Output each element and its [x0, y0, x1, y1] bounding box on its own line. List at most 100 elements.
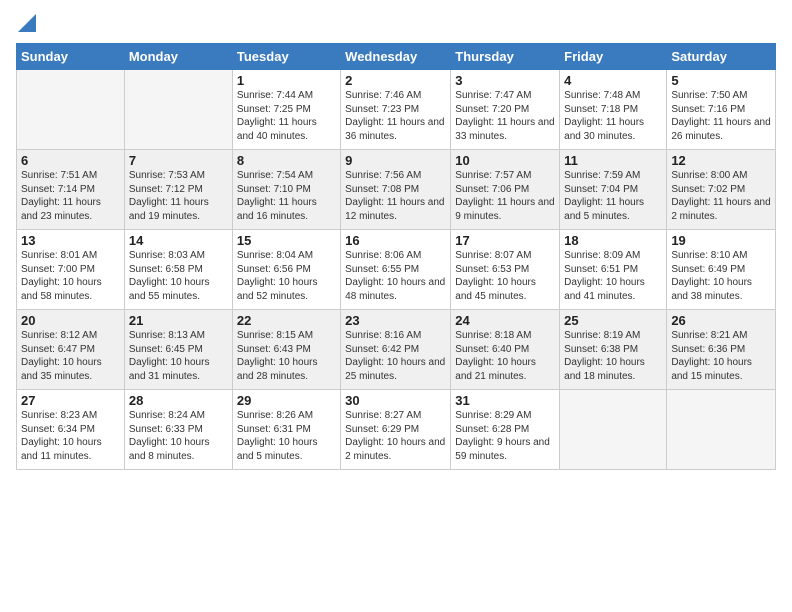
calendar-day-cell: 17Sunrise: 8:07 AM Sunset: 6:53 PM Dayli… — [451, 230, 560, 310]
day-number: 31 — [455, 393, 555, 408]
day-number: 8 — [237, 153, 336, 168]
calendar-day-cell — [124, 70, 232, 150]
calendar-week-row: 13Sunrise: 8:01 AM Sunset: 7:00 PM Dayli… — [17, 230, 776, 310]
calendar-day-cell: 10Sunrise: 7:57 AM Sunset: 7:06 PM Dayli… — [451, 150, 560, 230]
calendar-week-row: 6Sunrise: 7:51 AM Sunset: 7:14 PM Daylig… — [17, 150, 776, 230]
calendar-day-cell: 14Sunrise: 8:03 AM Sunset: 6:58 PM Dayli… — [124, 230, 232, 310]
calendar-day-cell: 18Sunrise: 8:09 AM Sunset: 6:51 PM Dayli… — [560, 230, 667, 310]
day-info: Sunrise: 8:27 AM Sunset: 6:29 PM Dayligh… — [345, 409, 446, 463]
calendar-day-cell: 20Sunrise: 8:12 AM Sunset: 6:47 PM Dayli… — [17, 310, 125, 390]
day-number: 18 — [564, 233, 662, 248]
calendar-day-cell: 27Sunrise: 8:23 AM Sunset: 6:34 PM Dayli… — [17, 390, 125, 470]
weekday-header-friday: Friday — [560, 44, 667, 70]
calendar-day-cell: 23Sunrise: 8:16 AM Sunset: 6:42 PM Dayli… — [341, 310, 451, 390]
day-info: Sunrise: 8:04 AM Sunset: 6:56 PM Dayligh… — [237, 249, 336, 303]
day-number: 22 — [237, 313, 336, 328]
calendar-day-cell: 3Sunrise: 7:47 AM Sunset: 7:20 PM Daylig… — [451, 70, 560, 150]
day-number: 7 — [129, 153, 228, 168]
calendar-day-cell — [667, 390, 776, 470]
day-number: 29 — [237, 393, 336, 408]
day-number: 1 — [237, 73, 336, 88]
weekday-header-thursday: Thursday — [451, 44, 560, 70]
calendar-day-cell: 6Sunrise: 7:51 AM Sunset: 7:14 PM Daylig… — [17, 150, 125, 230]
day-info: Sunrise: 7:44 AM Sunset: 7:25 PM Dayligh… — [237, 89, 336, 143]
day-info: Sunrise: 7:56 AM Sunset: 7:08 PM Dayligh… — [345, 169, 446, 223]
day-info: Sunrise: 8:13 AM Sunset: 6:45 PM Dayligh… — [129, 329, 228, 383]
weekday-header-tuesday: Tuesday — [232, 44, 340, 70]
day-number: 16 — [345, 233, 446, 248]
day-number: 27 — [21, 393, 120, 408]
calendar-day-cell: 7Sunrise: 7:53 AM Sunset: 7:12 PM Daylig… — [124, 150, 232, 230]
day-info: Sunrise: 8:10 AM Sunset: 6:49 PM Dayligh… — [671, 249, 771, 303]
logo — [16, 14, 36, 37]
day-info: Sunrise: 8:21 AM Sunset: 6:36 PM Dayligh… — [671, 329, 771, 383]
calendar-day-cell: 8Sunrise: 7:54 AM Sunset: 7:10 PM Daylig… — [232, 150, 340, 230]
day-info: Sunrise: 7:46 AM Sunset: 7:23 PM Dayligh… — [345, 89, 446, 143]
calendar-day-cell: 21Sunrise: 8:13 AM Sunset: 6:45 PM Dayli… — [124, 310, 232, 390]
day-number: 5 — [671, 73, 771, 88]
page: SundayMondayTuesdayWednesdayThursdayFrid… — [0, 0, 792, 612]
calendar-day-cell — [17, 70, 125, 150]
day-number: 17 — [455, 233, 555, 248]
day-number: 11 — [564, 153, 662, 168]
weekday-header-sunday: Sunday — [17, 44, 125, 70]
day-info: Sunrise: 8:24 AM Sunset: 6:33 PM Dayligh… — [129, 409, 228, 463]
day-number: 2 — [345, 73, 446, 88]
logo-arrow-icon — [18, 14, 36, 32]
day-info: Sunrise: 8:01 AM Sunset: 7:00 PM Dayligh… — [21, 249, 120, 303]
day-info: Sunrise: 8:23 AM Sunset: 6:34 PM Dayligh… — [21, 409, 120, 463]
weekday-header-wednesday: Wednesday — [341, 44, 451, 70]
calendar-day-cell: 15Sunrise: 8:04 AM Sunset: 6:56 PM Dayli… — [232, 230, 340, 310]
day-info: Sunrise: 8:00 AM Sunset: 7:02 PM Dayligh… — [671, 169, 771, 223]
day-info: Sunrise: 8:18 AM Sunset: 6:40 PM Dayligh… — [455, 329, 555, 383]
day-info: Sunrise: 7:50 AM Sunset: 7:16 PM Dayligh… — [671, 89, 771, 143]
calendar-day-cell: 4Sunrise: 7:48 AM Sunset: 7:18 PM Daylig… — [560, 70, 667, 150]
day-info: Sunrise: 7:57 AM Sunset: 7:06 PM Dayligh… — [455, 169, 555, 223]
calendar-week-row: 1Sunrise: 7:44 AM Sunset: 7:25 PM Daylig… — [17, 70, 776, 150]
weekday-header-monday: Monday — [124, 44, 232, 70]
calendar-day-cell: 26Sunrise: 8:21 AM Sunset: 6:36 PM Dayli… — [667, 310, 776, 390]
calendar-day-cell: 12Sunrise: 8:00 AM Sunset: 7:02 PM Dayli… — [667, 150, 776, 230]
calendar-day-cell: 19Sunrise: 8:10 AM Sunset: 6:49 PM Dayli… — [667, 230, 776, 310]
day-info: Sunrise: 8:07 AM Sunset: 6:53 PM Dayligh… — [455, 249, 555, 303]
day-number: 9 — [345, 153, 446, 168]
day-info: Sunrise: 7:53 AM Sunset: 7:12 PM Dayligh… — [129, 169, 228, 223]
calendar-table: SundayMondayTuesdayWednesdayThursdayFrid… — [16, 43, 776, 470]
day-number: 20 — [21, 313, 120, 328]
calendar-day-cell: 25Sunrise: 8:19 AM Sunset: 6:38 PM Dayli… — [560, 310, 667, 390]
calendar-day-cell: 24Sunrise: 8:18 AM Sunset: 6:40 PM Dayli… — [451, 310, 560, 390]
calendar-day-cell: 28Sunrise: 8:24 AM Sunset: 6:33 PM Dayli… — [124, 390, 232, 470]
day-info: Sunrise: 8:19 AM Sunset: 6:38 PM Dayligh… — [564, 329, 662, 383]
calendar-day-cell: 16Sunrise: 8:06 AM Sunset: 6:55 PM Dayli… — [341, 230, 451, 310]
calendar-day-cell — [560, 390, 667, 470]
day-info: Sunrise: 7:51 AM Sunset: 7:14 PM Dayligh… — [21, 169, 120, 223]
day-number: 10 — [455, 153, 555, 168]
calendar-day-cell: 30Sunrise: 8:27 AM Sunset: 6:29 PM Dayli… — [341, 390, 451, 470]
day-number: 19 — [671, 233, 771, 248]
calendar-day-cell: 1Sunrise: 7:44 AM Sunset: 7:25 PM Daylig… — [232, 70, 340, 150]
day-info: Sunrise: 8:12 AM Sunset: 6:47 PM Dayligh… — [21, 329, 120, 383]
day-info: Sunrise: 8:15 AM Sunset: 6:43 PM Dayligh… — [237, 329, 336, 383]
day-number: 4 — [564, 73, 662, 88]
day-number: 30 — [345, 393, 446, 408]
day-info: Sunrise: 7:48 AM Sunset: 7:18 PM Dayligh… — [564, 89, 662, 143]
day-info: Sunrise: 7:47 AM Sunset: 7:20 PM Dayligh… — [455, 89, 555, 143]
day-info: Sunrise: 7:54 AM Sunset: 7:10 PM Dayligh… — [237, 169, 336, 223]
day-info: Sunrise: 8:09 AM Sunset: 6:51 PM Dayligh… — [564, 249, 662, 303]
day-number: 12 — [671, 153, 771, 168]
day-number: 3 — [455, 73, 555, 88]
logo-text — [16, 14, 36, 37]
calendar-header-row: SundayMondayTuesdayWednesdayThursdayFrid… — [17, 44, 776, 70]
calendar-day-cell: 9Sunrise: 7:56 AM Sunset: 7:08 PM Daylig… — [341, 150, 451, 230]
day-number: 26 — [671, 313, 771, 328]
calendar-day-cell: 2Sunrise: 7:46 AM Sunset: 7:23 PM Daylig… — [341, 70, 451, 150]
day-number: 6 — [21, 153, 120, 168]
day-info: Sunrise: 8:06 AM Sunset: 6:55 PM Dayligh… — [345, 249, 446, 303]
calendar-day-cell: 22Sunrise: 8:15 AM Sunset: 6:43 PM Dayli… — [232, 310, 340, 390]
calendar-week-row: 20Sunrise: 8:12 AM Sunset: 6:47 PM Dayli… — [17, 310, 776, 390]
day-number: 14 — [129, 233, 228, 248]
day-info: Sunrise: 7:59 AM Sunset: 7:04 PM Dayligh… — [564, 169, 662, 223]
day-number: 25 — [564, 313, 662, 328]
day-number: 28 — [129, 393, 228, 408]
day-info: Sunrise: 8:26 AM Sunset: 6:31 PM Dayligh… — [237, 409, 336, 463]
